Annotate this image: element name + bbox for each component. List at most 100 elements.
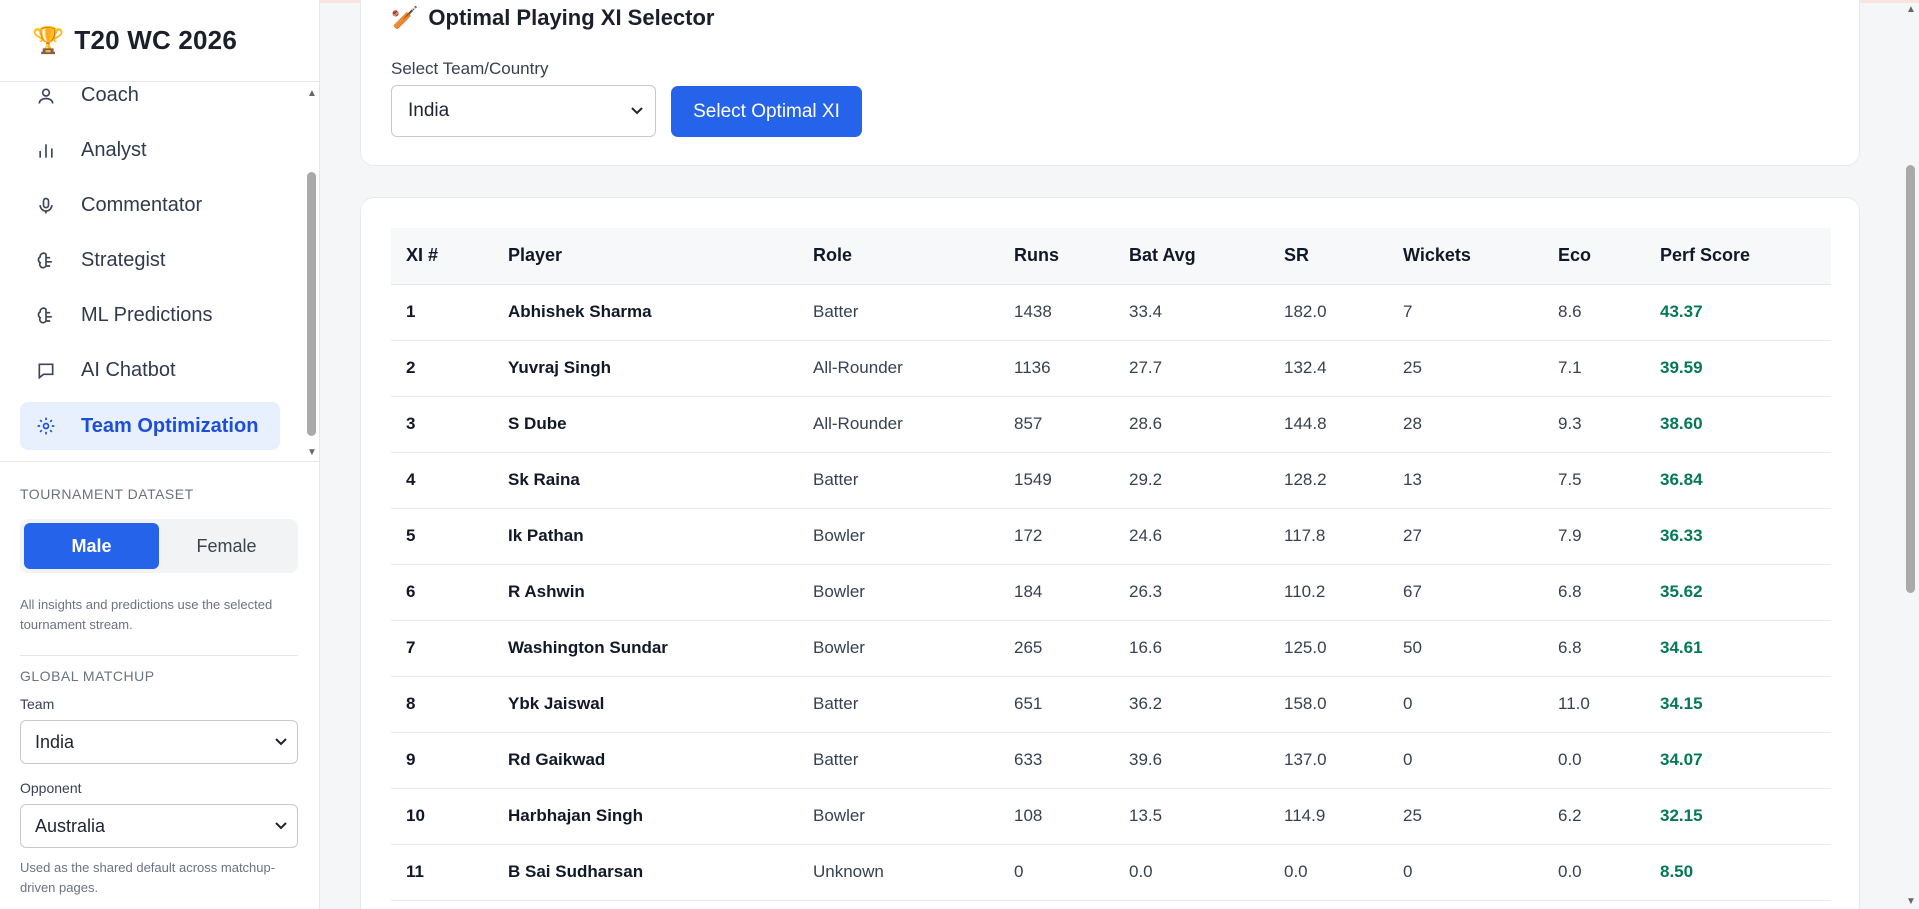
opponent-select-value: Australia xyxy=(35,815,106,836)
player-name-cell: Sk Raina xyxy=(493,452,798,509)
runs-cell: 184 xyxy=(999,564,1114,621)
bat-avg-cell: 39.6 xyxy=(1114,732,1269,789)
player-role-cell: All-Rounder xyxy=(798,396,999,453)
scroll-down-icon[interactable]: ▼ xyxy=(307,447,317,458)
sidebar-scrollbar[interactable]: ▲ ▼ xyxy=(304,82,320,461)
scroll-down-icon[interactable]: ▼ xyxy=(1906,896,1916,907)
team-select[interactable]: India xyxy=(20,720,298,764)
sidebar-item-team-optimization[interactable]: Team Optimization xyxy=(20,402,280,450)
bat-avg-cell: 27.7 xyxy=(1114,340,1269,397)
strike-rate-cell: 137.0 xyxy=(1269,732,1388,789)
opponent-label: Opponent xyxy=(20,780,82,796)
team-country-value: India xyxy=(408,100,450,121)
scrollbar-thumb[interactable] xyxy=(307,172,316,436)
bat-avg-cell: 29.2 xyxy=(1114,452,1269,509)
bar-chart-icon xyxy=(34,139,58,163)
wickets-cell: 25 xyxy=(1388,788,1543,845)
xi-number-cell: 4 xyxy=(391,452,493,509)
table-row: 10 Harbhajan Singh Bowler 108 13.5 114.9 25 6.2… xyxy=(391,788,1831,845)
selector-title-text: Optimal Playing XI Selector xyxy=(428,5,715,30)
scroll-up-icon[interactable]: ▲ xyxy=(1906,4,1916,15)
col-sr: SR xyxy=(1269,228,1388,285)
table-row: 9 Rd Gaikwad Batter 633 39.6 137.0 0 0.0 34.07 xyxy=(391,732,1831,789)
team-country-select[interactable]: India xyxy=(391,85,656,137)
runs-cell: 651 xyxy=(999,676,1114,733)
runs-cell: 0 xyxy=(999,844,1114,901)
player-role-cell: All-Rounder xyxy=(798,340,999,397)
economy-cell: 6.2 xyxy=(1543,788,1645,845)
wickets-cell: 28 xyxy=(1388,396,1543,453)
runs-cell: 172 xyxy=(999,508,1114,565)
wickets-cell: 25 xyxy=(1388,340,1543,397)
brand-header: 🏆 T20 WC 2026 xyxy=(0,0,319,82)
trophy-icon: 🏆 xyxy=(32,25,65,55)
xi-number-cell: 7 xyxy=(391,620,493,677)
table-row: 6R Ashwin Bowler 184 26.3 110.2 67 6.8 35.62 xyxy=(391,564,1831,621)
matchup-label: GLOBAL MATCHUP xyxy=(20,668,155,684)
bat-avg-cell: 13.5 xyxy=(1114,788,1269,845)
player-name-cell: Yuvraj Singh xyxy=(493,340,798,397)
strike-rate-cell: 114.9 xyxy=(1269,788,1388,845)
bat-avg-cell: 33.4 xyxy=(1114,284,1269,341)
player-role-cell: Batter xyxy=(798,452,999,509)
perf-score-cell: 35.62 xyxy=(1645,564,1831,621)
male-option[interactable]: Male xyxy=(24,523,159,569)
app-title: T20 WC 2026 xyxy=(74,25,237,55)
female-option[interactable]: Female xyxy=(159,523,294,569)
sidebar-item-ai-chatbot[interactable]: AI Chatbot xyxy=(20,343,280,398)
perf-score-cell: 32.15 xyxy=(1645,788,1831,845)
microphone-icon xyxy=(34,194,58,218)
sidebar-item-analyst[interactable]: Analyst xyxy=(20,123,280,178)
runs-cell: 633 xyxy=(999,732,1114,789)
bat-avg-cell: 28.6 xyxy=(1114,396,1269,453)
player-name-cell: Ybk Jaiswal xyxy=(493,676,798,733)
results-card: XI # Player Role Runs Bat Avg SR Wickets… xyxy=(360,197,1860,909)
chevron-down-icon xyxy=(275,736,287,748)
player-name-cell: Rd Gaikwad xyxy=(493,732,798,789)
xi-number-cell: 2 xyxy=(391,340,493,397)
opponent-select[interactable]: Australia xyxy=(20,804,298,848)
strike-rate-cell: 117.8 xyxy=(1269,508,1388,565)
scrollbar-thumb[interactable] xyxy=(1906,165,1915,593)
perf-score-cell: 38.60 xyxy=(1645,396,1831,453)
runs-cell: 108 xyxy=(999,788,1114,845)
col-role: Role xyxy=(798,228,999,285)
sidebar-item-commentator[interactable]: Commentator xyxy=(20,178,280,233)
player-role-cell: Bowler xyxy=(798,508,999,565)
perf-score-cell: 39.59 xyxy=(1645,340,1831,397)
wickets-cell: 13 xyxy=(1388,452,1543,509)
wickets-cell: 7 xyxy=(1388,284,1543,341)
brain-icon xyxy=(34,304,58,328)
player-role-cell: Batter xyxy=(798,676,999,733)
economy-cell: 7.9 xyxy=(1543,508,1645,565)
wickets-cell: 67 xyxy=(1388,564,1543,621)
table-header-row: XI # Player Role Runs Bat Avg SR Wickets… xyxy=(391,228,1831,285)
sidebar-item-strategist[interactable]: Strategist xyxy=(20,233,280,288)
wickets-cell: 0 xyxy=(1388,732,1543,789)
sidebar-item-coach[interactable]: Coach xyxy=(20,82,280,123)
bat-avg-cell: 16.6 xyxy=(1114,620,1269,677)
sidebar-settings: TOURNAMENT DATASET Male Female All insig… xyxy=(20,462,298,898)
wickets-cell: 0 xyxy=(1388,844,1543,901)
economy-cell: 8.6 xyxy=(1543,284,1645,341)
runs-cell: 1136 xyxy=(999,340,1114,397)
xi-number-cell: 3 xyxy=(391,396,493,453)
table-row: 8 Ybk Jaiswal Batter 651 36.2 158.0 0 11.0 34.15 xyxy=(391,676,1831,733)
player-role-cell: Batter xyxy=(798,284,999,341)
sidebar: 🏆 T20 WC 2026 Coach Analyst Commentator … xyxy=(0,0,320,909)
strike-rate-cell: 125.0 xyxy=(1269,620,1388,677)
sidebar-item-ml-predictions[interactable]: ML Predictions xyxy=(20,288,280,343)
col-xi: XI # xyxy=(391,228,493,285)
select-optimal-xi-button[interactable]: Select Optimal XI xyxy=(671,86,862,137)
dataset-label: TOURNAMENT DATASET xyxy=(20,486,194,502)
selector-card: 🏏 Optimal Playing XI Selector Select Tea… xyxy=(360,0,1860,166)
sidebar-item-label: ML Predictions xyxy=(81,304,213,326)
scroll-up-icon[interactable]: ▲ xyxy=(307,88,317,99)
economy-cell: 9.3 xyxy=(1543,396,1645,453)
user-icon xyxy=(34,84,58,108)
cricket-bat-icon: 🏏 xyxy=(391,5,419,30)
sidebar-item-label: Strategist xyxy=(81,249,166,271)
main-scrollbar[interactable]: ▲ ▼ xyxy=(1903,0,1919,909)
table-row: 5 Ik Pathan Bowler 172 24.6 117.8 27 7.9 36.33 xyxy=(391,508,1831,565)
strike-rate-cell: 144.8 xyxy=(1269,396,1388,453)
